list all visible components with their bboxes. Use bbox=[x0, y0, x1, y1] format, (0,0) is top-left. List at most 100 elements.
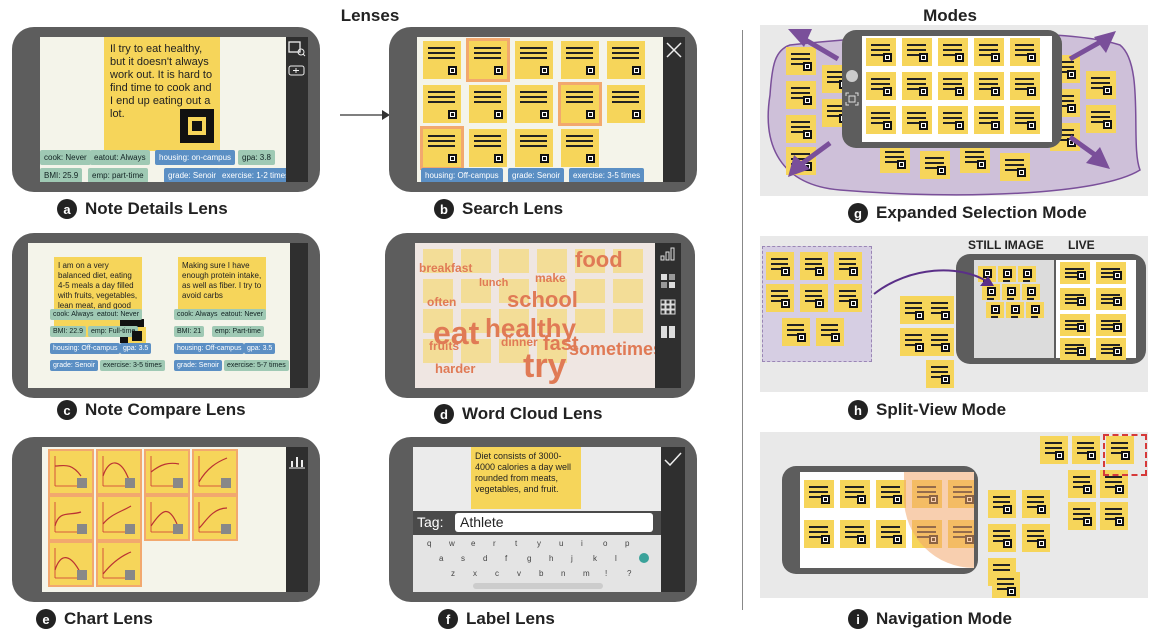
tag: cook: Always bbox=[50, 309, 97, 320]
sidebar bbox=[661, 447, 685, 592]
tag: cook: Always bbox=[174, 309, 221, 320]
qr-code-icon bbox=[540, 110, 549, 119]
sticky-note bbox=[607, 85, 645, 123]
modes-heading: Modes bbox=[923, 6, 977, 25]
keyboard-key[interactable]: h bbox=[549, 554, 553, 563]
chart-note bbox=[146, 451, 188, 493]
live-label: LIVE bbox=[1068, 238, 1095, 252]
space-bar[interactable] bbox=[473, 583, 603, 589]
qr-code-icon bbox=[1077, 271, 1086, 280]
sticky-note bbox=[469, 85, 507, 123]
note-c-right-text: Making sure I have enough protein intake… bbox=[178, 257, 266, 317]
sticky-note bbox=[499, 249, 529, 273]
keyboard-key[interactable]: a bbox=[439, 554, 443, 563]
keyboard-key[interactable]: q bbox=[427, 539, 431, 548]
caption-f: f Label Lens bbox=[438, 609, 555, 629]
sticky-note bbox=[1100, 502, 1128, 530]
keyboard-key[interactable]: y bbox=[537, 539, 541, 548]
qr-code-icon bbox=[781, 299, 790, 308]
sticky-note bbox=[804, 480, 834, 508]
sticky-note bbox=[1072, 436, 1100, 464]
screen-navigation bbox=[800, 472, 974, 568]
qr-code-icon bbox=[915, 311, 924, 320]
screen-chart bbox=[42, 447, 286, 592]
tag[interactable]: housing: Off-campus bbox=[421, 168, 503, 182]
keyboard-key[interactable]: e bbox=[471, 539, 475, 548]
sticky-note bbox=[561, 85, 599, 123]
qr-code-icon bbox=[781, 267, 790, 276]
tag: exercise: 5-7 times bbox=[224, 360, 289, 371]
sticky-note bbox=[1060, 338, 1090, 360]
sticky-note bbox=[1096, 288, 1126, 310]
keyboard-key[interactable]: m bbox=[583, 569, 590, 578]
keyboard-key[interactable]: i bbox=[581, 539, 583, 548]
tag[interactable]: exercise: 3-5 times bbox=[569, 168, 645, 182]
enter-key[interactable] bbox=[639, 553, 649, 563]
qr-code-icon bbox=[1087, 451, 1096, 460]
keyboard-key[interactable]: n bbox=[561, 569, 565, 578]
lasso-search-icon[interactable] bbox=[288, 41, 306, 57]
sidebar bbox=[655, 243, 681, 388]
keyboard-key[interactable]: o bbox=[603, 539, 607, 548]
keyboard-key[interactable]: ! bbox=[605, 569, 607, 578]
sticky-note bbox=[766, 284, 794, 312]
close-icon[interactable] bbox=[665, 41, 683, 59]
grid-small-icon[interactable] bbox=[660, 299, 676, 315]
bar-chart-icon[interactable] bbox=[660, 247, 676, 261]
qr-code-icon bbox=[1027, 287, 1036, 296]
check-icon[interactable] bbox=[664, 452, 682, 466]
keyboard-key[interactable]: u bbox=[559, 539, 563, 548]
keyboard-key[interactable]: r bbox=[493, 539, 496, 548]
qr-code-icon bbox=[941, 343, 950, 352]
keyboard-key[interactable]: z bbox=[451, 569, 455, 578]
keyboard-key[interactable]: k bbox=[593, 554, 597, 563]
qr-code-icon bbox=[586, 110, 595, 119]
sticky-note bbox=[1022, 490, 1050, 518]
word-cloud-word: sometimes bbox=[569, 339, 655, 359]
caption-e: e Chart Lens bbox=[36, 609, 153, 629]
qr-code-icon bbox=[815, 267, 824, 276]
keyboard-key[interactable]: x bbox=[473, 569, 477, 578]
keyboard-key[interactable]: c bbox=[495, 569, 499, 578]
caption-g: g Expanded Selection Mode bbox=[848, 203, 1087, 223]
qr-code-icon bbox=[849, 267, 858, 276]
keyboard-key[interactable]: b bbox=[539, 569, 543, 578]
tag[interactable]: grade: Senoir bbox=[508, 168, 565, 182]
chart-icon[interactable] bbox=[289, 455, 305, 469]
word-cloud-word: fruits bbox=[429, 339, 459, 353]
keyboard-key[interactable]: s bbox=[461, 554, 465, 563]
keyboard-key[interactable]: j bbox=[571, 554, 573, 563]
sticky-note bbox=[800, 252, 828, 280]
qr-code-icon bbox=[1083, 485, 1092, 494]
grid-large-icon[interactable] bbox=[660, 273, 676, 289]
tag[interactable]: housing: on-campus bbox=[155, 150, 236, 165]
tag: emp: part-time bbox=[88, 168, 148, 182]
qr-code-icon bbox=[941, 375, 950, 384]
keyboard-key[interactable]: d bbox=[483, 554, 487, 563]
keyboard-key[interactable]: ? bbox=[627, 569, 631, 578]
keyboard-key[interactable]: v bbox=[517, 569, 521, 578]
qr-code-icon bbox=[448, 66, 457, 75]
tag-add-icon[interactable] bbox=[288, 65, 306, 77]
tag-input[interactable]: Athlete bbox=[455, 513, 653, 532]
keyboard-key[interactable]: p bbox=[625, 539, 629, 548]
sidebar bbox=[663, 37, 685, 182]
keyboard-key[interactable]: t bbox=[515, 539, 517, 548]
note-a-qr bbox=[180, 109, 214, 143]
tag: BMI: 25.9 bbox=[40, 168, 83, 182]
keyboard-key[interactable]: w bbox=[449, 539, 455, 548]
tag[interactable]: exercise: 1-2 times bbox=[218, 168, 286, 182]
book-icon[interactable] bbox=[660, 325, 676, 339]
tag[interactable]: grade: Senoir bbox=[164, 168, 221, 182]
qr-code-icon bbox=[494, 154, 503, 163]
qr-code-icon bbox=[494, 110, 503, 119]
arrow-a-to-b bbox=[340, 110, 390, 120]
keyboard-key[interactable]: g bbox=[527, 554, 531, 563]
sticky-note bbox=[1006, 302, 1024, 318]
keyboard-key[interactable]: f bbox=[505, 554, 507, 563]
word-cloud-word: make bbox=[535, 271, 566, 285]
qr-code-icon bbox=[494, 66, 503, 75]
sticky-note bbox=[1060, 314, 1090, 336]
keyboard-key[interactable]: l bbox=[615, 554, 617, 563]
sticky-note bbox=[998, 266, 1016, 282]
